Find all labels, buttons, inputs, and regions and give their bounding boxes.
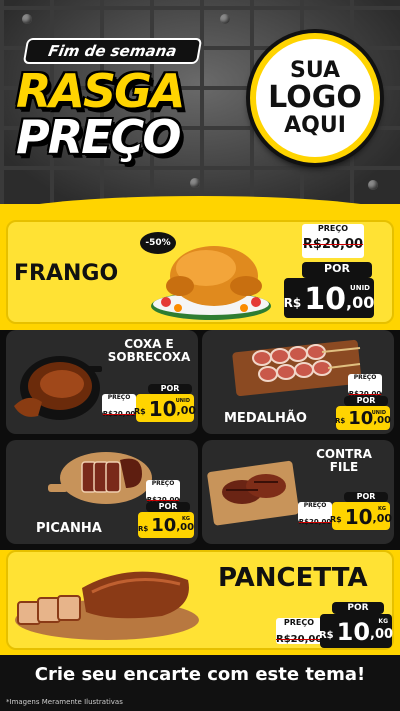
title-preco: PREÇO (16, 110, 181, 164)
price-integer: 10 (348, 408, 374, 429)
currency: R$ (334, 417, 346, 425)
old-price-box: PREÇO R$20,00 (276, 618, 323, 645)
contra-file-board-image (207, 460, 299, 526)
old-price-box: PREÇO R$20,00 (348, 374, 382, 398)
unit-label: UNID (350, 284, 370, 292)
price-label: PREÇO (283, 618, 315, 627)
unit-label: KG (378, 618, 388, 625)
price-decimal: ,00 (372, 512, 393, 525)
por-label: POR (302, 262, 372, 278)
pancetta-board-image (15, 571, 199, 640)
price-decimal: ,00 (176, 404, 197, 417)
price-integer: 10 (151, 515, 177, 536)
currency: R$ (133, 407, 146, 416)
por-label: POR (148, 384, 192, 394)
price-box: R$ 10 ,00 KG (318, 614, 394, 648)
product-name-line1: CONTRA (316, 447, 372, 461)
price-label: PREÇO (303, 502, 327, 509)
old-price-box: PREÇO R$20,00 (302, 224, 364, 258)
price-label: PREÇO (317, 224, 349, 233)
price-integer: 10 (304, 282, 346, 317)
tagline-banner: Fim de semana (22, 38, 203, 64)
currency: R$ (329, 515, 342, 524)
price-decimal: ,00 (346, 293, 375, 312)
por-label: POR (344, 492, 388, 502)
bolt-icon (22, 14, 32, 24)
por-label: POR (332, 602, 384, 614)
price-box: R$ 10 ,00 KG (138, 512, 194, 538)
por-label: POR (344, 396, 388, 406)
currency: R$ (283, 296, 302, 310)
price-box: R$ 10 ,00 UNID (284, 278, 374, 318)
bolt-icon (220, 14, 230, 24)
product-card-pancetta[interactable]: PANCETTA PREÇO R$20,00 POR R$ 10 ,00 KG (6, 550, 394, 650)
por-label: POR (146, 502, 190, 512)
old-price-box: PREÇO R$20,00 (146, 480, 180, 504)
product-name: FRANGO (14, 261, 119, 286)
old-price-box: PREÇO R$20,00 (102, 394, 136, 418)
price-integer: 10 (336, 618, 371, 646)
old-price: R$20,00 (276, 634, 323, 645)
price-box: R$ 10 ,00 KG (329, 502, 393, 530)
price-box: R$ 10 ,00 UNID (334, 406, 392, 430)
currency: R$ (137, 525, 149, 533)
price-decimal: ,00 (176, 522, 195, 533)
product-card-contra-file[interactable]: CONTRA FILE PREÇO R$20,00 POR R$ 10 ,00 … (202, 440, 394, 544)
product-name: PICANHA (36, 521, 102, 536)
bolt-icon (368, 180, 378, 190)
logo-placeholder[interactable]: SUA LOGO AQUI (250, 33, 380, 163)
unit-label: UNID (175, 398, 190, 404)
product-name-line2: FILE (329, 460, 359, 475)
product-card-medalhao[interactable]: PREÇO R$20,00 MEDALHÃO POR R$ 10 ,00 UNI… (202, 330, 394, 434)
old-price: R$20,00 (102, 410, 136, 418)
picanha-board-image (48, 452, 152, 504)
product-name: CONTRA FILE (314, 447, 374, 475)
price-decimal: ,00 (373, 415, 392, 426)
logo-text-3: AQUI (284, 112, 346, 138)
price-box: R$ 10 ,00 UNID (133, 394, 197, 422)
product-card-coxa[interactable]: COXA E SOBRECOXA PREÇO R$20,00 POR R$ 10… (6, 330, 198, 434)
bolt-icon (190, 178, 200, 188)
price-label: PREÇO (151, 480, 175, 487)
price-label: PREÇO (353, 374, 377, 381)
product-name: MEDALHÃO (224, 411, 307, 426)
old-price: R$20,00 (298, 518, 332, 526)
chicken-leg-pan-image (14, 356, 102, 420)
product-card-frango[interactable]: FRANGO -50% PREÇO R$20,00 POR R$ 10 ,00 … (6, 220, 394, 324)
old-price-box: PREÇO R$20,00 (298, 502, 332, 526)
discount-badge: -50% (140, 232, 176, 254)
logo-text-1: SUA (289, 58, 341, 84)
cta-text[interactable]: Crie seu encarte com este tema! (0, 664, 400, 685)
old-price: R$20,00 (302, 237, 364, 252)
disclaimer-text: *Imagens Meramente Ilustrativas (6, 698, 123, 706)
price-integer: 10 (344, 505, 373, 529)
product-name-line1: COXA E (124, 337, 174, 351)
logo-text-2: LOGO (268, 80, 362, 116)
unit-label: UNID (371, 410, 386, 416)
unit-label: KG (182, 516, 190, 522)
currency: R$ (318, 630, 334, 641)
product-card-picanha[interactable]: PREÇO R$20,00 PICANHA POR R$ 10 ,00 KG (6, 440, 198, 544)
medalhao-skewers-image (232, 339, 362, 396)
price-integer: 10 (148, 397, 177, 421)
product-name: PANCETTA (218, 563, 368, 593)
product-name-line2: SOBRECOXA (107, 350, 191, 365)
price-decimal: ,00 (370, 627, 394, 642)
product-name: COXA E SOBRECOXA (106, 337, 192, 365)
unit-label: KG (378, 506, 386, 512)
price-label: PREÇO (107, 394, 131, 401)
